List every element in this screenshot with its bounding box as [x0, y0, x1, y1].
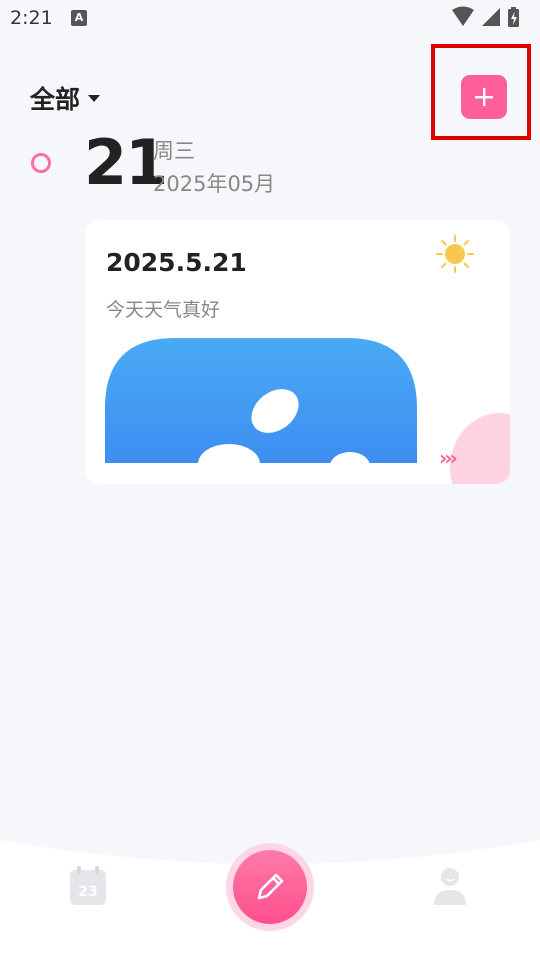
pencil-icon	[257, 873, 284, 900]
weekday-label: 周三	[153, 139, 195, 163]
profile-nav-button[interactable]	[432, 866, 468, 906]
entry-text: 今天天气真好	[106, 299, 221, 321]
wifi-icon	[452, 6, 474, 26]
status-time: 2:21	[10, 7, 53, 29]
entry-photo	[105, 338, 417, 463]
calendar-icon: 23	[70, 866, 106, 905]
diary-entry-card[interactable]: 2025.5.21 今天天气真好 ›››	[85, 220, 510, 484]
calendar-nav-button[interactable]: 23	[69, 866, 107, 906]
timeline-dot	[31, 153, 51, 173]
status-icons	[452, 6, 519, 27]
more-arrows-icon[interactable]: ›››	[439, 446, 458, 470]
add-entry-button[interactable]	[461, 75, 507, 119]
write-entry-button[interactable]	[233, 850, 307, 924]
filter-label: 全部	[30, 85, 81, 114]
user-icon	[434, 868, 466, 905]
card-decoration	[450, 413, 510, 484]
filter-dropdown[interactable]: 全部	[30, 80, 101, 116]
year-month-label: 2025年05月	[153, 172, 276, 196]
sun-icon	[436, 235, 474, 273]
notification-icon: A	[71, 10, 87, 26]
caret-down-icon	[88, 94, 101, 102]
signal-icon	[482, 8, 500, 26]
entry-date: 2025.5.21	[106, 248, 247, 277]
plus-icon	[475, 88, 493, 106]
calendar-day: 23	[78, 884, 97, 900]
status-bar: 2:21 A	[0, 0, 540, 38]
